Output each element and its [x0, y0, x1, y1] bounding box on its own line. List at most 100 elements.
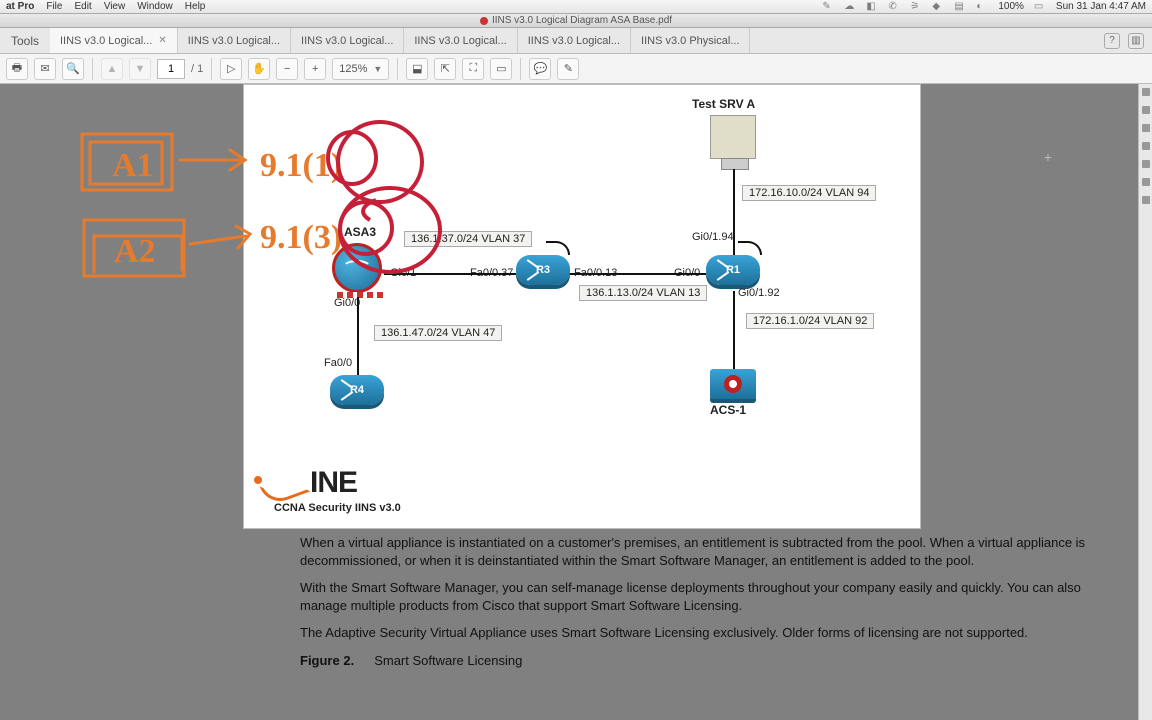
strip-item[interactable]	[1142, 196, 1150, 204]
chevron-down-icon: ▼	[373, 64, 382, 74]
router-r1: R1	[706, 255, 760, 285]
page-down-button[interactable]: ▼	[129, 58, 151, 80]
ine-logo: INE CCNA Security IINS v3.0	[254, 466, 401, 514]
strip-item[interactable]	[1142, 160, 1150, 168]
loop-icon	[738, 241, 762, 255]
annot-a1: A1	[112, 147, 154, 184]
logo-dot-icon	[254, 476, 262, 484]
document-tab[interactable]: IINS v3.0 Logical... ✕	[50, 28, 178, 53]
acs-device	[710, 369, 756, 399]
pdf-toolbar: 🖶 ✉ 🔍 ▲ ▼ / 1 ▷ ✋ − + 125% ▼ ⬓ ⇱ ⛶ ▭ 💬 ✎	[0, 54, 1152, 84]
panel-toggle-icon[interactable]: ▥	[1128, 33, 1144, 49]
tab-label: IINS v3.0 Physical...	[641, 35, 739, 47]
document-tab[interactable]: IINS v3.0 Physical...	[631, 28, 750, 53]
status-icon: ✎	[822, 1, 834, 13]
router-r3: R3	[516, 255, 570, 285]
comment-button[interactable]: 💬	[529, 58, 551, 80]
pdf-page: Test SRV A 172.16.10.0/24 VLAN 94 Gi0/1.…	[243, 84, 921, 529]
figure-caption: Figure 2.Smart Software Licensing	[300, 652, 1110, 670]
strip-item[interactable]	[1142, 142, 1150, 150]
logo-subtitle: CCNA Security IINS v3.0	[274, 502, 401, 514]
interface-label: Gi0/1.94	[692, 231, 734, 243]
logo-text: INE	[310, 466, 357, 500]
interface-label: Fa0/0.13	[574, 267, 617, 279]
zoom-select[interactable]: 125% ▼	[332, 58, 389, 80]
tab-label: IINS v3.0 Logical...	[528, 35, 620, 47]
interface-label: Fa0/0	[324, 357, 352, 369]
asa-label: ASA3	[344, 225, 376, 239]
strip-item[interactable]	[1142, 88, 1150, 96]
print-button[interactable]: 🖶	[6, 58, 28, 80]
vlan-label: 172.16.10.0/24 VLAN 94	[742, 185, 876, 201]
highlight-button[interactable]: ✎	[557, 58, 579, 80]
firewall-icon	[332, 243, 382, 293]
menu-window[interactable]: Window	[137, 1, 173, 12]
strip-item[interactable]	[1142, 124, 1150, 132]
interface-label: Gi0/1	[390, 267, 416, 279]
presentation-button[interactable]: ▭	[490, 58, 512, 80]
viewport[interactable]: Test SRV A 172.16.10.0/24 VLAN 94 Gi0/1.…	[0, 84, 1152, 720]
vlan-label: 136.1.47.0/24 VLAN 47	[374, 325, 502, 341]
close-icon[interactable]: ✕	[158, 35, 166, 46]
status-icon: ◆	[932, 1, 944, 13]
cursor-crosshair-icon: +	[1044, 149, 1052, 165]
fit-button[interactable]: ⛶	[462, 58, 484, 80]
tab-bar: Tools IINS v3.0 Logical... ✕ IINS v3.0 L…	[0, 28, 1152, 54]
menu-file[interactable]: File	[46, 1, 62, 12]
menu-help[interactable]: Help	[185, 1, 206, 12]
hand-tool[interactable]: ✋	[248, 58, 270, 80]
vlan-label: 136.1.37.0/24 VLAN 37	[404, 231, 532, 247]
right-tool-strip	[1138, 84, 1152, 720]
loop-icon	[546, 241, 570, 255]
menu-view[interactable]: View	[104, 1, 126, 12]
battery-label: 100%	[998, 1, 1024, 12]
zoom-in-button[interactable]: +	[304, 58, 326, 80]
body-text: With the Smart Software Manager, you can…	[300, 579, 1110, 614]
page-total: / 1	[191, 63, 203, 75]
tab-label: IINS v3.0 Logical...	[60, 35, 152, 47]
page-input[interactable]	[157, 59, 185, 79]
annot-a2: A2	[114, 233, 156, 270]
menubar: at Pro File Edit View Window Help ✎ ☁ ◧ …	[0, 0, 1152, 14]
window-title: IINS v3.0 Logical Diagram ASA Base.pdf	[492, 15, 672, 26]
document-tab[interactable]: IINS v3.0 Logical...	[404, 28, 517, 53]
link-line	[733, 291, 735, 369]
app-name: at Pro	[6, 1, 34, 12]
status-icon: ✆	[888, 1, 900, 13]
acs-label: ACS-1	[710, 403, 746, 417]
strip-item[interactable]	[1142, 106, 1150, 114]
strip-item[interactable]	[1142, 178, 1150, 186]
body-text: The Adaptive Security Virtual Appliance …	[300, 624, 1110, 642]
clock: Sun 31 Jan 4:47 AM	[1056, 1, 1146, 12]
document-tab[interactable]: IINS v3.0 Logical...	[291, 28, 404, 53]
vlan-label: 136.1.13.0/24 VLAN 13	[579, 285, 707, 301]
email-button[interactable]: ✉	[34, 58, 56, 80]
interface-label: Gi0/1.92	[738, 287, 780, 299]
status-icon: ☁	[844, 1, 856, 13]
tab-label: IINS v3.0 Logical...	[188, 35, 280, 47]
select-tool[interactable]: ▷	[220, 58, 242, 80]
battery-icon: ▭	[1034, 1, 1046, 13]
page-up-button[interactable]: ▲	[101, 58, 123, 80]
wifi-icon: ⚞	[910, 1, 922, 13]
vlan-label: 172.16.1.0/24 VLAN 92	[746, 313, 874, 329]
link-line	[357, 297, 359, 375]
tab-label: IINS v3.0 Logical...	[301, 35, 393, 47]
pdf-text-page: When a virtual appliance is instantiated…	[300, 534, 1110, 679]
help-icon[interactable]: ?	[1104, 33, 1120, 49]
zoom-value: 125%	[339, 63, 367, 75]
status-icon: ◧	[866, 1, 878, 13]
document-tab[interactable]: IINS v3.0 Logical...	[518, 28, 631, 53]
body-text: When a virtual appliance is instantiated…	[300, 534, 1110, 569]
server-label: Test SRV A	[692, 97, 755, 111]
server-icon	[710, 115, 756, 159]
document-tab[interactable]: IINS v3.0 Logical...	[178, 28, 291, 53]
tools-panel-toggle[interactable]: Tools	[0, 28, 50, 53]
status-icon: ▤	[954, 1, 966, 13]
save-button[interactable]: ⬓	[406, 58, 428, 80]
search-button[interactable]: 🔍	[62, 58, 84, 80]
zoom-out-button[interactable]: −	[276, 58, 298, 80]
router-r4: R4	[330, 375, 384, 405]
menu-edit[interactable]: Edit	[74, 1, 91, 12]
export-button[interactable]: ⇱	[434, 58, 456, 80]
